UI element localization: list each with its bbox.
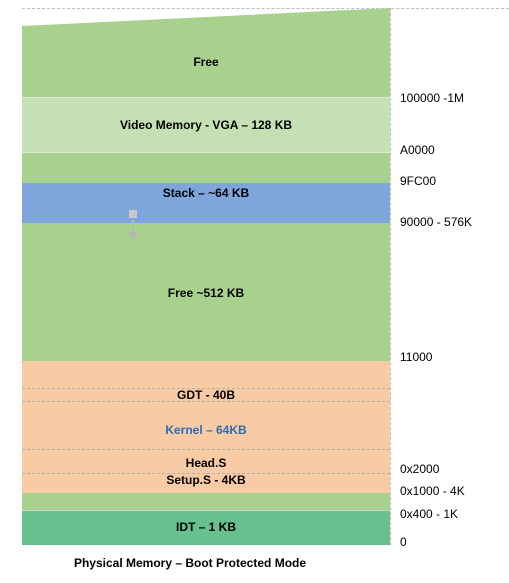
stack-label: Stack – ~64 KB [162, 186, 250, 200]
free-top-shape [22, 8, 390, 97]
address-90000: 90000 - 576K [400, 215, 473, 229]
gdt-label: GDT - 40B [176, 388, 235, 402]
green-strip-low-block [22, 493, 390, 511]
idt-label: IDT – 1 KB [175, 520, 236, 534]
address-11000: 11000 [400, 350, 433, 364]
free-mid-label: Free ~512 KB [167, 286, 245, 300]
address-400: 0x400 - 1K [400, 507, 459, 521]
address-9fc00: 9FC00 [400, 174, 437, 188]
free-top-label: Free [193, 55, 219, 69]
green-strip-block [22, 153, 390, 183]
diagram-caption: Physical Memory – Boot Protected Mode [73, 556, 307, 570]
address-a0000: A0000 [400, 143, 435, 157]
stack-growth-arrow-icon [128, 210, 138, 240]
address-1000: 0x1000 - 4K [400, 484, 465, 498]
address-0: 0 [400, 535, 407, 549]
head-label: Head.S [185, 456, 227, 470]
video-memory-label: Video Memory - VGA – 128 KB [119, 118, 293, 132]
kernel-bottom-divider [22, 449, 390, 450]
setup-label: Setup.S - 4KB [166, 473, 246, 487]
free-top-block [22, 8, 390, 97]
kernel-label: Kernel – 64KB [165, 423, 247, 437]
address-2000: 0x2000 [400, 462, 440, 476]
address-100000: 100000 -1M [400, 91, 465, 105]
